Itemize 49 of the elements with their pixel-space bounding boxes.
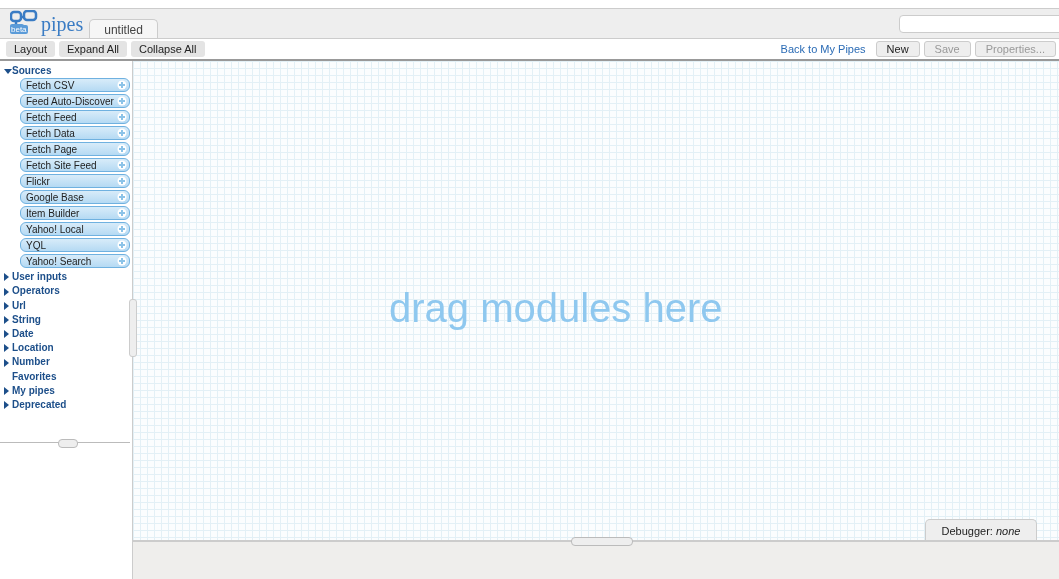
plus-icon <box>117 176 127 187</box>
plus-icon <box>117 240 127 251</box>
module-item[interactable]: Fetch Feed <box>20 110 130 125</box>
toolbar-button[interactable]: Collapse All <box>131 41 205 57</box>
plus-icon <box>117 128 127 139</box>
plus-icon <box>117 160 127 171</box>
sidebar-collapse-handle[interactable] <box>129 299 137 357</box>
category-item[interactable]: User inputs <box>4 270 67 285</box>
canvas-hint: drag modules here <box>389 286 723 331</box>
plus-icon <box>117 256 127 267</box>
module-item[interactable]: Fetch CSV <box>20 78 130 93</box>
category-item[interactable]: Number <box>4 355 50 370</box>
collapse-handle[interactable] <box>58 439 78 449</box>
panel-resize-handle[interactable] <box>571 537 633 546</box>
plus-icon <box>117 80 127 91</box>
plus-icon <box>117 208 127 219</box>
search-field[interactable] <box>899 14 1059 33</box>
module-item[interactable]: YQL <box>20 238 130 253</box>
category-item[interactable]: Favorites <box>4 369 57 384</box>
plus-icon <box>117 224 127 235</box>
module-item[interactable]: Fetch Site Feed <box>20 158 130 173</box>
category-item[interactable]: Date <box>4 327 34 342</box>
module-item[interactable]: Google Base <box>20 190 130 205</box>
module-item[interactable]: Yahoo! Search <box>20 254 130 269</box>
category-item[interactable]: My pipes <box>4 383 55 399</box>
toolbar-button[interactable]: Expand All <box>59 41 127 57</box>
module-item[interactable]: Yahoo! Local <box>20 222 130 237</box>
debugger-tab[interactable]: Debugger: none <box>925 519 1037 540</box>
category-item[interactable]: Deprecated <box>4 398 67 413</box>
category-item[interactable]: Operators <box>4 284 60 299</box>
logo-text: pipes <box>41 14 84 34</box>
category-item[interactable]: Url <box>4 298 26 313</box>
toolbar-button[interactable]: Layout <box>6 41 56 57</box>
plus-icon <box>117 112 127 123</box>
module-item[interactable]: Fetch Data <box>20 126 130 141</box>
module-item[interactable]: Flickr <box>20 174 130 189</box>
module-item[interactable]: Item Builder <box>20 206 130 221</box>
toolbar-button[interactable]: New <box>875 41 920 57</box>
back-link[interactable]: Back to My Pipes <box>780 43 866 55</box>
category-item[interactable]: String <box>4 312 41 327</box>
beta-label: beta <box>10 25 28 34</box>
plus-icon <box>117 144 127 155</box>
plus-icon <box>117 96 127 107</box>
plus-icon <box>117 192 127 203</box>
tab[interactable]: untitled <box>89 19 158 38</box>
category-item[interactable]: Sources <box>4 64 52 79</box>
module-item[interactable]: Feed Auto-Discover <box>20 94 130 109</box>
category-item[interactable]: Location <box>4 341 54 356</box>
module-item[interactable]: Fetch Page <box>20 142 130 157</box>
